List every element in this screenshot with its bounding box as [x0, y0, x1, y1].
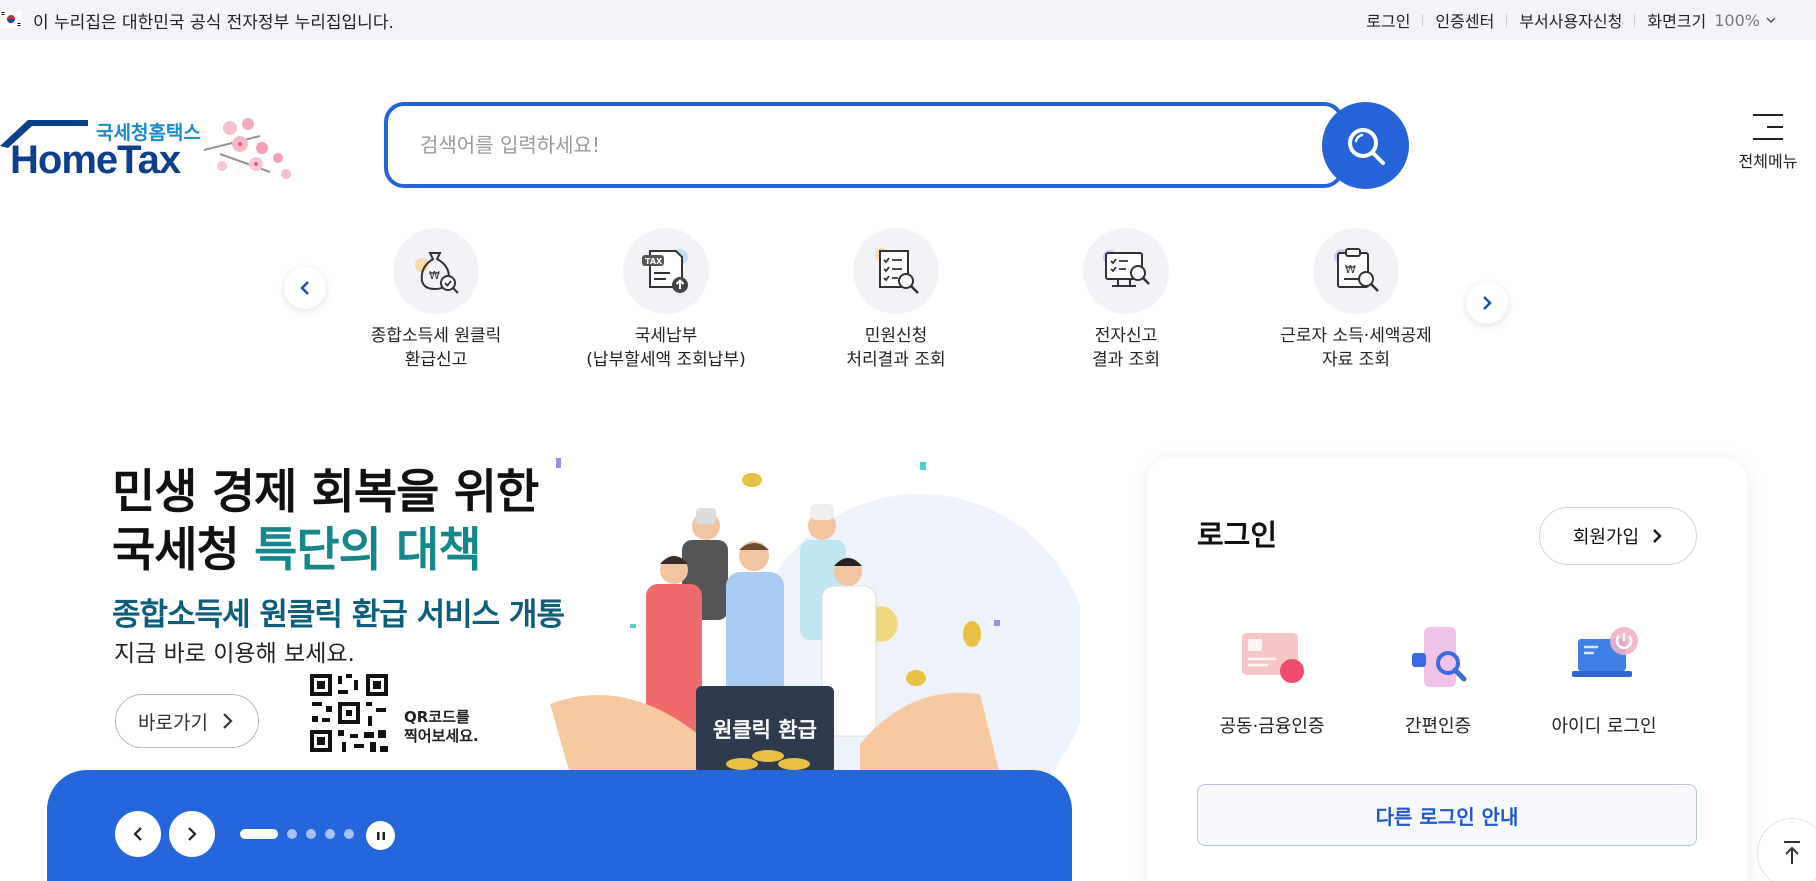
- search-box: [384, 102, 1344, 188]
- svg-text:TAX: TAX: [645, 257, 663, 266]
- cherry-blossom-icon: [203, 118, 291, 179]
- chevron-left-icon: [300, 281, 309, 295]
- zoom-label: 화면크기: [1647, 12, 1707, 31]
- dept-user-link[interactable]: 부서사용자신청: [1519, 8, 1622, 32]
- all-menu-label: 전체메뉴: [1738, 152, 1798, 171]
- qr-code-icon: [308, 672, 390, 754]
- join-button[interactable]: 회원가입: [1539, 507, 1697, 565]
- people-celebrating-illustration: 원클릭 환급: [550, 458, 1080, 774]
- login-link[interactable]: 로그인: [1366, 8, 1410, 32]
- svg-text:₩: ₩: [1345, 263, 1356, 276]
- quick-menu-label-line1: 종합소득세 원클릭: [370, 326, 502, 346]
- cert-center-link[interactable]: 인증센터: [1435, 8, 1494, 32]
- chevron-right-icon: [1483, 296, 1492, 310]
- login-panel: 로그인 회원가입 공동·금융인증 간편인증 아이디 로그인 다른 로그인 안내: [1147, 458, 1747, 881]
- chevron-down-icon: [1766, 17, 1776, 24]
- search-icon: [1347, 127, 1385, 165]
- qr-caption: QR코드를 찍어보세요.: [404, 708, 479, 746]
- quick-menu-item[interactable]: 전자신고결과 조회: [1026, 228, 1226, 372]
- other-login-guide-button[interactable]: 다른 로그인 안내: [1197, 784, 1697, 846]
- sign-text: 원클릭 환급: [713, 718, 817, 742]
- quick-menu-label-line2: 결과 조회: [1092, 350, 1160, 370]
- go-button-label: 바로가기: [138, 711, 208, 734]
- join-button-label: 회원가입: [1572, 527, 1640, 548]
- search-input[interactable]: [420, 106, 1300, 184]
- phone-search-icon: [1363, 618, 1513, 698]
- pause-icon: [376, 831, 385, 840]
- chevron-right-icon: [1653, 529, 1662, 543]
- divider: [1422, 13, 1424, 27]
- id-login-option[interactable]: 아이디 로그인: [1529, 618, 1679, 738]
- quick-menu-label-line1: 전자신고: [1094, 326, 1158, 346]
- quick-menu-item[interactable]: ₩ 근로자 소득·세액공제자료 조회: [1256, 228, 1456, 372]
- quick-menu-item[interactable]: TAX 국세납부 (납부할세액 조회납부): [566, 228, 766, 372]
- utility-links: 로그인 인증센터 부서사용자신청 화면크기 100%: [1366, 8, 1776, 32]
- money-bag-search-icon: ₩: [393, 228, 479, 314]
- slide-next-button[interactable]: [169, 811, 215, 857]
- hero-subtitle: 종합소득세 원클릭 환급 서비스 개통: [112, 597, 565, 633]
- hamburger-icon: [1751, 114, 1785, 140]
- slide-dot[interactable]: [240, 829, 278, 839]
- quick-menu-label-line2: 처리결과 조회: [846, 350, 946, 370]
- quick-menu-item[interactable]: ₩ 종합소득세 원클릭환급신고: [336, 228, 536, 372]
- slide-dot[interactable]: [287, 829, 297, 839]
- tax-document-upload-icon: TAX: [623, 228, 709, 314]
- go-button[interactable]: 바로가기: [115, 694, 259, 748]
- gov-notice: 이 누리집은 대한민국 공식 전자정부 누리집입니다.: [33, 13, 394, 33]
- quick-menu-label-line2: 자료 조회: [1322, 350, 1390, 370]
- hero-title-highlight: 특단의 대책: [254, 523, 482, 578]
- simple-auth-label: 간편인증: [1404, 716, 1472, 737]
- quick-menu-label-line2: (납부할세액 조회납부): [586, 350, 746, 370]
- laptop-power-icon: [1529, 618, 1679, 698]
- hero-description: 지금 바로 이용해 보세요.: [114, 641, 355, 667]
- divider: [1506, 13, 1508, 27]
- clipboard-won-search-icon: ₩: [1313, 228, 1399, 314]
- id-login-label: 아이디 로그인: [1551, 716, 1657, 737]
- chevron-right-icon: [223, 713, 233, 729]
- chevron-right-icon: [188, 827, 197, 841]
- hero-title-line1: 민생 경제 회복을 위한: [112, 465, 539, 520]
- logo-title: HomeTax: [10, 138, 181, 182]
- monitor-search-icon: [1083, 228, 1169, 314]
- korea-flag-icon: [0, 10, 22, 28]
- gov-banner: 이 누리집은 대한민국 공식 전자정부 누리집입니다. 로그인 인증센터 부서사…: [0, 0, 1816, 40]
- login-title: 로그인: [1197, 518, 1278, 552]
- quick-menu-label-line1: 민원신청: [864, 326, 928, 346]
- checklist-search-icon: [853, 228, 939, 314]
- slide-pause-button[interactable]: [366, 821, 395, 850]
- qr-caption-line1: QR코드를: [404, 708, 470, 726]
- chevron-left-icon: [133, 827, 142, 841]
- quick-menu-label-line1: 근로자 소득·세액공제: [1280, 326, 1432, 346]
- certificate-card-icon: [1197, 618, 1347, 698]
- slide-dot[interactable]: [306, 829, 316, 839]
- hero-title-line2a: 국세청: [112, 523, 255, 578]
- zoom-control[interactable]: 화면크기 100%: [1647, 8, 1776, 32]
- zoom-value: 100%: [1714, 10, 1760, 30]
- quick-menu-label-line1: 국세납부: [634, 326, 698, 346]
- qr-caption-line2: 찍어보세요.: [404, 727, 479, 745]
- cert-login-option[interactable]: 공동·금융인증: [1197, 618, 1347, 738]
- svg-text:₩: ₩: [429, 269, 440, 282]
- slide-dot[interactable]: [344, 829, 354, 839]
- divider: [1634, 13, 1636, 27]
- quick-menu-next-button[interactable]: [1466, 282, 1508, 324]
- scroll-to-top-button[interactable]: [1757, 818, 1816, 881]
- quick-menu-label-line2: 환급신고: [404, 350, 468, 370]
- slide-dot[interactable]: [325, 829, 335, 839]
- hometax-logo[interactable]: 국세청홈택스 HomeTax: [0, 112, 300, 192]
- cert-login-label: 공동·금융인증: [1219, 716, 1325, 737]
- hero-banner: 민생 경제 회복을 위한 국세청 특단의 대책 종합소득세 원클릭 환급 서비스…: [40, 444, 1080, 774]
- hero-title: 민생 경제 회복을 위한 국세청 특단의 대책: [112, 464, 539, 580]
- search-button[interactable]: [1322, 102, 1409, 189]
- quick-menu-prev-button[interactable]: [284, 267, 326, 309]
- slide-prev-button[interactable]: [115, 811, 161, 857]
- simple-auth-option[interactable]: 간편인증: [1363, 618, 1513, 738]
- all-menu-button[interactable]: 전체메뉴: [1736, 114, 1800, 172]
- arrow-up-icon: [1784, 841, 1800, 864]
- slide-indicators: [240, 829, 363, 839]
- quick-menu-item[interactable]: 민원신청처리결과 조회: [796, 228, 996, 372]
